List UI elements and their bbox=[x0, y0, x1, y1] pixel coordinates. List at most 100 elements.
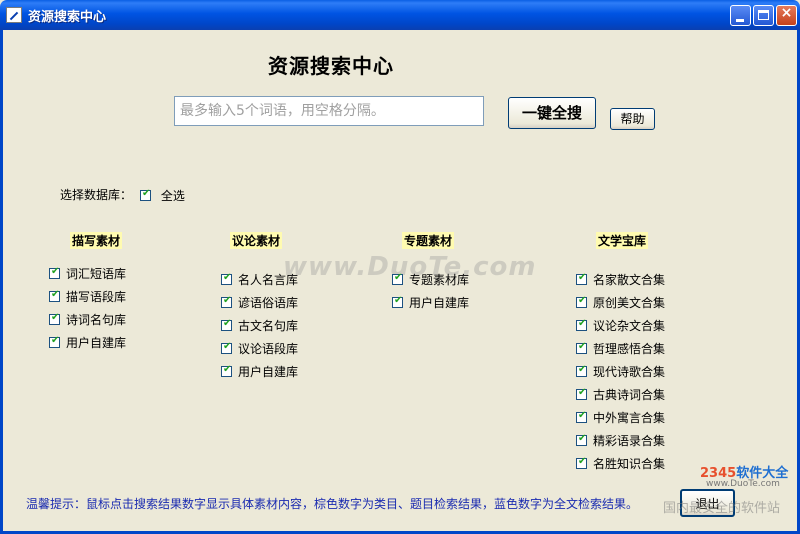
checkbox-label: 中外寓言合集 bbox=[593, 411, 666, 425]
watermark-bottom: 国内最安全的软件站 bbox=[663, 501, 781, 516]
checkbox[interactable]: ✔ bbox=[392, 272, 403, 285]
tip-text: 温馨提示：鼠标点击搜索结果数字显示具体素材内容，棕色数字为类目、题目检索结果，蓝… bbox=[26, 497, 639, 511]
list-item[interactable]: ✔ 哲理感悟合集 bbox=[576, 340, 665, 357]
checkbox-label: 词汇短语库 bbox=[66, 267, 127, 281]
checkbox[interactable]: ✔ bbox=[221, 341, 232, 354]
checkbox[interactable]: ✔ bbox=[576, 272, 587, 285]
checkmark-icon: ✔ bbox=[223, 272, 232, 283]
checkbox[interactable]: ✔ bbox=[576, 456, 587, 469]
checkmark-icon: ✔ bbox=[223, 364, 232, 375]
checkbox-label: 用户自建库 bbox=[66, 336, 127, 350]
checkmark-icon: ✔ bbox=[578, 410, 587, 421]
checkbox-label: 议论杂文合集 bbox=[593, 319, 666, 333]
checkbox[interactable]: ✔ bbox=[392, 295, 403, 308]
list-item[interactable]: ✔ 原创美文合集 bbox=[576, 294, 665, 311]
checkmark-icon: ✔ bbox=[51, 289, 60, 300]
window-title: 资源搜索中心 bbox=[28, 10, 107, 25]
checkbox-label: 名人名言库 bbox=[238, 273, 299, 287]
checkbox[interactable]: ✔ bbox=[576, 341, 587, 354]
checkbox[interactable]: ✔ bbox=[49, 289, 60, 302]
checkmark-icon: ✔ bbox=[578, 318, 587, 329]
list-item[interactable]: ✔ 古典诗词合集 bbox=[576, 386, 665, 403]
checkbox[interactable]: ✔ bbox=[576, 295, 587, 308]
list-item[interactable]: ✔ 古文名句库 bbox=[221, 317, 298, 334]
checkbox-label: 名家散文合集 bbox=[593, 273, 666, 287]
checkbox-label: 诗词名句库 bbox=[66, 313, 127, 327]
checkmark-icon: ✔ bbox=[578, 433, 587, 444]
page-title: 资源搜索中心 bbox=[268, 54, 394, 78]
checkbox[interactable]: ✔ bbox=[576, 433, 587, 446]
maximize-icon bbox=[758, 10, 769, 20]
watermark-url: www.DuoTe.com bbox=[706, 479, 780, 489]
checkbox-label: 谚语俗语库 bbox=[238, 296, 299, 310]
list-item[interactable]: ✔ 名家散文合集 bbox=[576, 271, 665, 288]
search-all-button[interactable]: 一键全搜 bbox=[508, 97, 596, 129]
select-all-label: 全选 bbox=[160, 189, 185, 203]
list-item[interactable]: ✔ 名人名言库 bbox=[221, 271, 298, 288]
close-icon: × bbox=[780, 5, 793, 21]
checkmark-icon: ✔ bbox=[223, 295, 232, 306]
list-item[interactable]: ✔ 名胜知识合集 bbox=[576, 455, 665, 472]
checkbox-label: 原创美文合集 bbox=[593, 296, 666, 310]
checkbox-label: 古典诗词合集 bbox=[593, 388, 666, 402]
list-item[interactable]: ✔ 描写语段库 bbox=[49, 288, 126, 305]
category-title-argument: 议论素材 bbox=[230, 232, 283, 249]
checkbox[interactable]: ✔ bbox=[576, 387, 587, 400]
maximize-button[interactable] bbox=[753, 5, 774, 26]
list-item[interactable]: ✔ 用户自建库 bbox=[392, 294, 469, 311]
checkmark-icon: ✔ bbox=[223, 318, 232, 329]
category-title-describe: 描写素材 bbox=[70, 232, 123, 249]
checkmark-icon: ✔ bbox=[578, 364, 587, 375]
app-icon bbox=[6, 7, 22, 23]
select-all-checkbox[interactable]: ✔ bbox=[140, 188, 151, 201]
category-title-topic: 专题素材 bbox=[402, 232, 455, 249]
list-item[interactable]: ✔ 用户自建库 bbox=[49, 334, 126, 351]
list-item[interactable]: ✔ 中外寓言合集 bbox=[576, 409, 665, 426]
checkmark-icon: ✔ bbox=[394, 295, 403, 306]
title-bar[interactable]: 资源搜索中心 × bbox=[0, 0, 800, 30]
checkbox-label: 用户自建库 bbox=[409, 296, 470, 310]
checkmark-icon: ✔ bbox=[578, 295, 587, 306]
list-item[interactable]: ✔ 诗词名句库 bbox=[49, 311, 126, 328]
checkmark-icon: ✔ bbox=[578, 341, 587, 352]
search-input[interactable] bbox=[174, 96, 484, 126]
checkbox[interactable]: ✔ bbox=[576, 318, 587, 331]
checkbox-label: 描写语段库 bbox=[66, 290, 127, 304]
list-item[interactable]: ✔ 用户自建库 bbox=[221, 363, 298, 380]
checkbox[interactable]: ✔ bbox=[576, 410, 587, 423]
database-label: 选择数据库： bbox=[60, 188, 133, 202]
checkbox[interactable]: ✔ bbox=[221, 364, 232, 377]
checkbox[interactable]: ✔ bbox=[49, 335, 60, 348]
select-all-checkbox-row[interactable]: ✔ 全选 bbox=[140, 187, 185, 204]
checkmark-icon: ✔ bbox=[223, 341, 232, 352]
checkbox[interactable]: ✔ bbox=[576, 364, 587, 377]
checkbox-label: 名胜知识合集 bbox=[593, 457, 666, 471]
checkbox-label: 用户自建库 bbox=[238, 365, 299, 379]
category-title-literature: 文学宝库 bbox=[596, 232, 649, 249]
list-item[interactable]: ✔ 议论杂文合集 bbox=[576, 317, 665, 334]
list-item[interactable]: ✔ 精彩语录合集 bbox=[576, 432, 665, 449]
checkmark-icon: ✔ bbox=[51, 312, 60, 323]
checkbox-label: 议论语段库 bbox=[238, 342, 299, 356]
checkmark-icon: ✔ bbox=[578, 387, 587, 398]
checkmark-icon: ✔ bbox=[578, 456, 587, 467]
list-item[interactable]: ✔ 词汇短语库 bbox=[49, 265, 126, 282]
checkbox-label: 精彩语录合集 bbox=[593, 434, 666, 448]
minimize-icon bbox=[736, 19, 744, 22]
checkbox-label: 现代诗歌合集 bbox=[593, 365, 666, 379]
checkbox[interactable]: ✔ bbox=[221, 272, 232, 285]
list-item[interactable]: ✔ 谚语俗语库 bbox=[221, 294, 298, 311]
close-button[interactable]: × bbox=[776, 5, 797, 26]
help-button[interactable]: 帮助 bbox=[610, 108, 655, 130]
list-item[interactable]: ✔ 议论语段库 bbox=[221, 340, 298, 357]
list-item[interactable]: ✔ 现代诗歌合集 bbox=[576, 363, 665, 380]
checkbox[interactable]: ✔ bbox=[49, 266, 60, 279]
checkbox-label: 古文名句库 bbox=[238, 319, 299, 333]
checkbox[interactable]: ✔ bbox=[49, 312, 60, 325]
checkbox-label: 哲理感悟合集 bbox=[593, 342, 666, 356]
minimize-button[interactable] bbox=[730, 5, 751, 26]
checkbox[interactable]: ✔ bbox=[221, 295, 232, 308]
checkmark-icon: ✔ bbox=[51, 335, 60, 346]
list-item[interactable]: ✔ 专题素材库 bbox=[392, 271, 469, 288]
checkbox[interactable]: ✔ bbox=[221, 318, 232, 331]
